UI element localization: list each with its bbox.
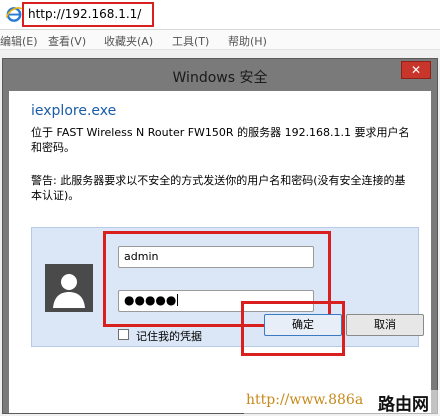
windows-security-dialog: Windows 安全 ✕ iexplore.exe 位于 FAST Wirele… — [2, 58, 438, 414]
dialog-titlebar[interactable]: Windows 安全 ✕ — [3, 59, 437, 91]
checkbox-icon[interactable] — [118, 329, 129, 340]
ok-button[interactable]: 确定 — [264, 314, 342, 336]
menu-tools[interactable]: 工具(T) — [172, 33, 209, 49]
watermark-brand: 路由网 — [378, 395, 429, 415]
address-text: http://192.168.1.1/ — [28, 7, 142, 21]
browser-menu-bar: 编辑(E) 查看(V) 收藏夹(A) 工具(T) 帮助(H) — [0, 30, 440, 50]
menu-edit[interactable]: 编辑(E) — [0, 33, 38, 49]
address-bar[interactable]: http://192.168.1.1/ — [22, 2, 154, 27]
browser-address-row: http://192.168.1.1/ — [0, 0, 440, 30]
app-name: iexplore.exe — [31, 103, 117, 119]
dialog-title: Windows 安全 — [172, 70, 268, 86]
remember-label: 记住我的凭据 — [136, 330, 202, 343]
menu-help[interactable]: 帮助(H) — [228, 33, 267, 49]
password-dots: ●●●●● — [124, 293, 177, 307]
site-watermark: http://www.886a 路由网 — [244, 390, 440, 415]
auth-info-text: 位于 FAST Wireless N Router FW150R 的服务器 19… — [31, 126, 410, 154]
username-value: admin — [124, 250, 159, 263]
user-avatar-icon — [45, 264, 93, 312]
text-caret — [177, 294, 179, 306]
security-warning-text: 警告: 此服务器要求以不安全的方式发送你的用户名和密码(没有安全连接的基本认证)… — [31, 174, 406, 202]
menu-view[interactable]: 查看(V) — [48, 33, 86, 49]
password-mask: ●●●●● — [124, 293, 179, 307]
cancel-button[interactable]: 取消 — [346, 314, 424, 336]
username-field[interactable]: admin — [118, 246, 314, 268]
ie-logo-icon — [5, 5, 23, 23]
watermark-url: http://www.886a — [246, 392, 364, 408]
menu-favorites[interactable]: 收藏夹(A) — [104, 33, 153, 49]
close-icon: ✕ — [410, 63, 422, 77]
close-button[interactable]: ✕ — [401, 61, 431, 79]
dialog-body: iexplore.exe 位于 FAST Wireless N Router F… — [9, 91, 431, 407]
